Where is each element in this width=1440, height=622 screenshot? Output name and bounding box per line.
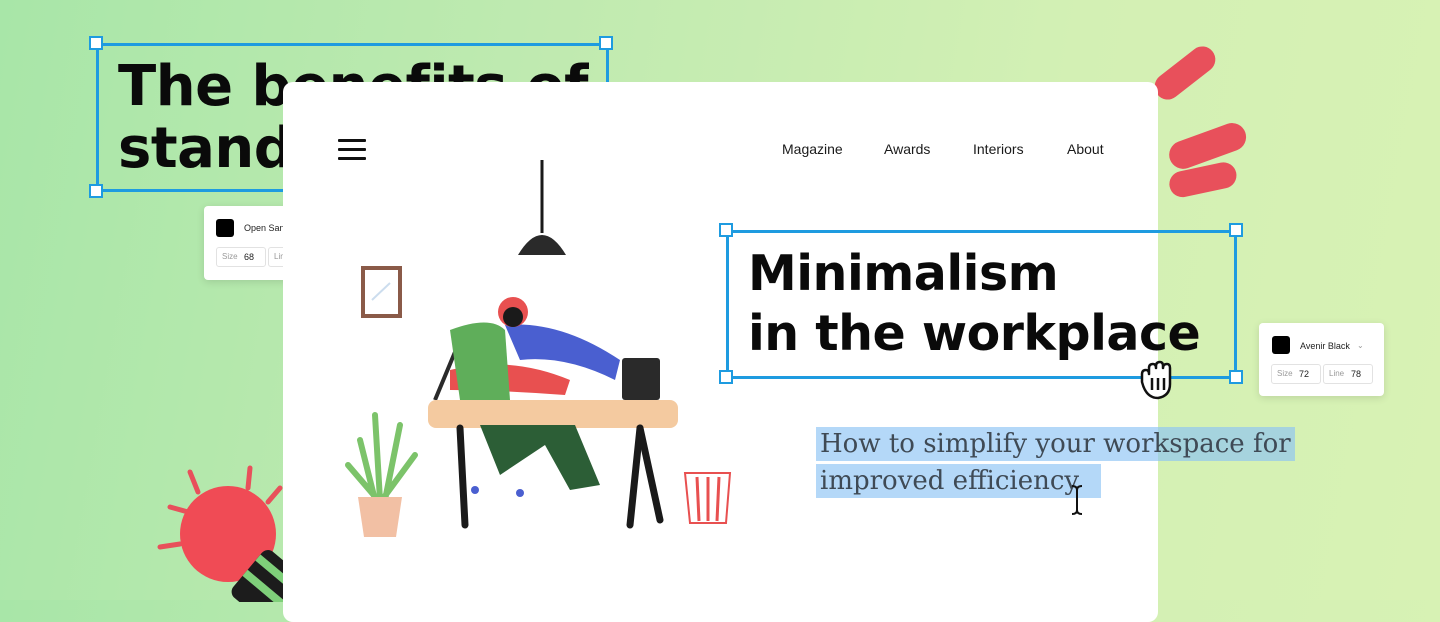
color-swatch[interactable] [216,219,234,237]
resize-handle-top-right[interactable] [599,36,613,50]
line-height-field[interactable]: Line 78 [1323,364,1373,384]
font-size-field[interactable]: Size 68 [216,247,266,267]
resize-handle-bottom-left[interactable] [89,184,103,198]
chevron-down-icon[interactable]: ⌄ [1357,341,1364,350]
resize-handle-bottom-right[interactable] [1229,370,1243,384]
selected-text-line-1[interactable]: How to simplify your workspace for [816,427,1295,461]
nav-item-awards[interactable]: Awards [884,141,930,157]
resize-handle-top-right[interactable] [1229,223,1243,237]
text-cursor-icon [1071,485,1083,515]
font-size-field[interactable]: Size 72 [1271,364,1321,384]
hero-subtitle[interactable]: How to simplify your workspace for impro… [816,426,1295,500]
nav-item-about[interactable]: About [1067,141,1104,157]
font-inspector-panel: Avenir Black ⌄ Size 72 Line 78 [1259,323,1384,396]
resize-handle-top-left[interactable] [719,223,733,237]
resize-handle-bottom-left[interactable] [719,370,733,384]
workspace-illustration [345,160,732,537]
nav-item-magazine[interactable]: Magazine [782,141,843,157]
selected-text-line-2[interactable]: improved efficiency [816,464,1102,498]
font-name[interactable]: Avenir Black [1300,341,1350,351]
nav-item-interiors[interactable]: Interiors [973,141,1024,157]
resize-handle-top-left[interactable] [89,36,103,50]
grab-hand-cursor-icon [1140,360,1172,400]
color-swatch[interactable] [1272,336,1290,354]
